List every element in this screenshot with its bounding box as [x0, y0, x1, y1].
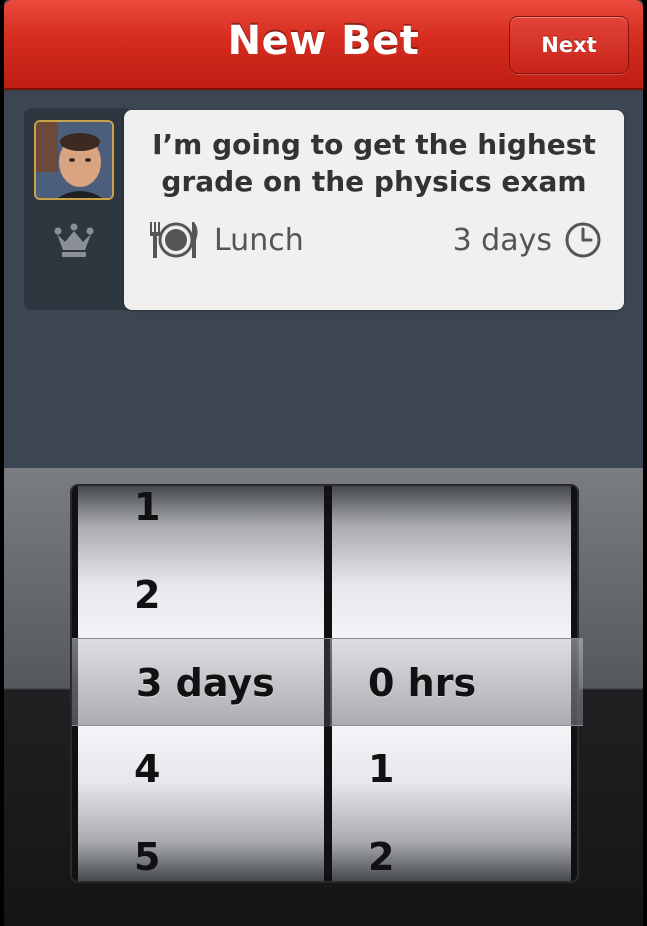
avatar[interactable] — [34, 120, 114, 200]
hours-option[interactable]: 2 — [368, 814, 394, 881]
days-option[interactable]: 5 — [134, 814, 160, 881]
stake-label: Lunch — [214, 223, 304, 258]
days-option[interactable]: 1 — [134, 486, 160, 550]
duration-label: 3 days — [452, 223, 552, 258]
nav-bar: New Bet Next — [4, 0, 643, 90]
crown-icon — [54, 223, 94, 257]
hours-wheel[interactable]: 1 2 — [332, 486, 571, 881]
clock-icon — [565, 222, 601, 258]
hours-option[interactable]: 1 — [368, 726, 394, 812]
days-option[interactable]: 4 — [134, 726, 160, 812]
duration-picker[interactable]: 1 2 4 5 1 2 — [72, 486, 577, 881]
plate-cutlery-icon — [150, 222, 198, 258]
days-wheel[interactable]: 1 2 4 5 — [78, 486, 324, 881]
avatar-photo — [36, 122, 112, 198]
bet-statement: I’m going to get the highest grade on th… — [152, 128, 596, 198]
screen: New Bet Next I’m going to get the highes… — [4, 0, 643, 926]
next-button[interactable]: Next — [509, 16, 629, 74]
bet-card[interactable]: I’m going to get the highest grade on th… — [124, 110, 624, 310]
days-option[interactable]: 2 — [134, 552, 160, 638]
